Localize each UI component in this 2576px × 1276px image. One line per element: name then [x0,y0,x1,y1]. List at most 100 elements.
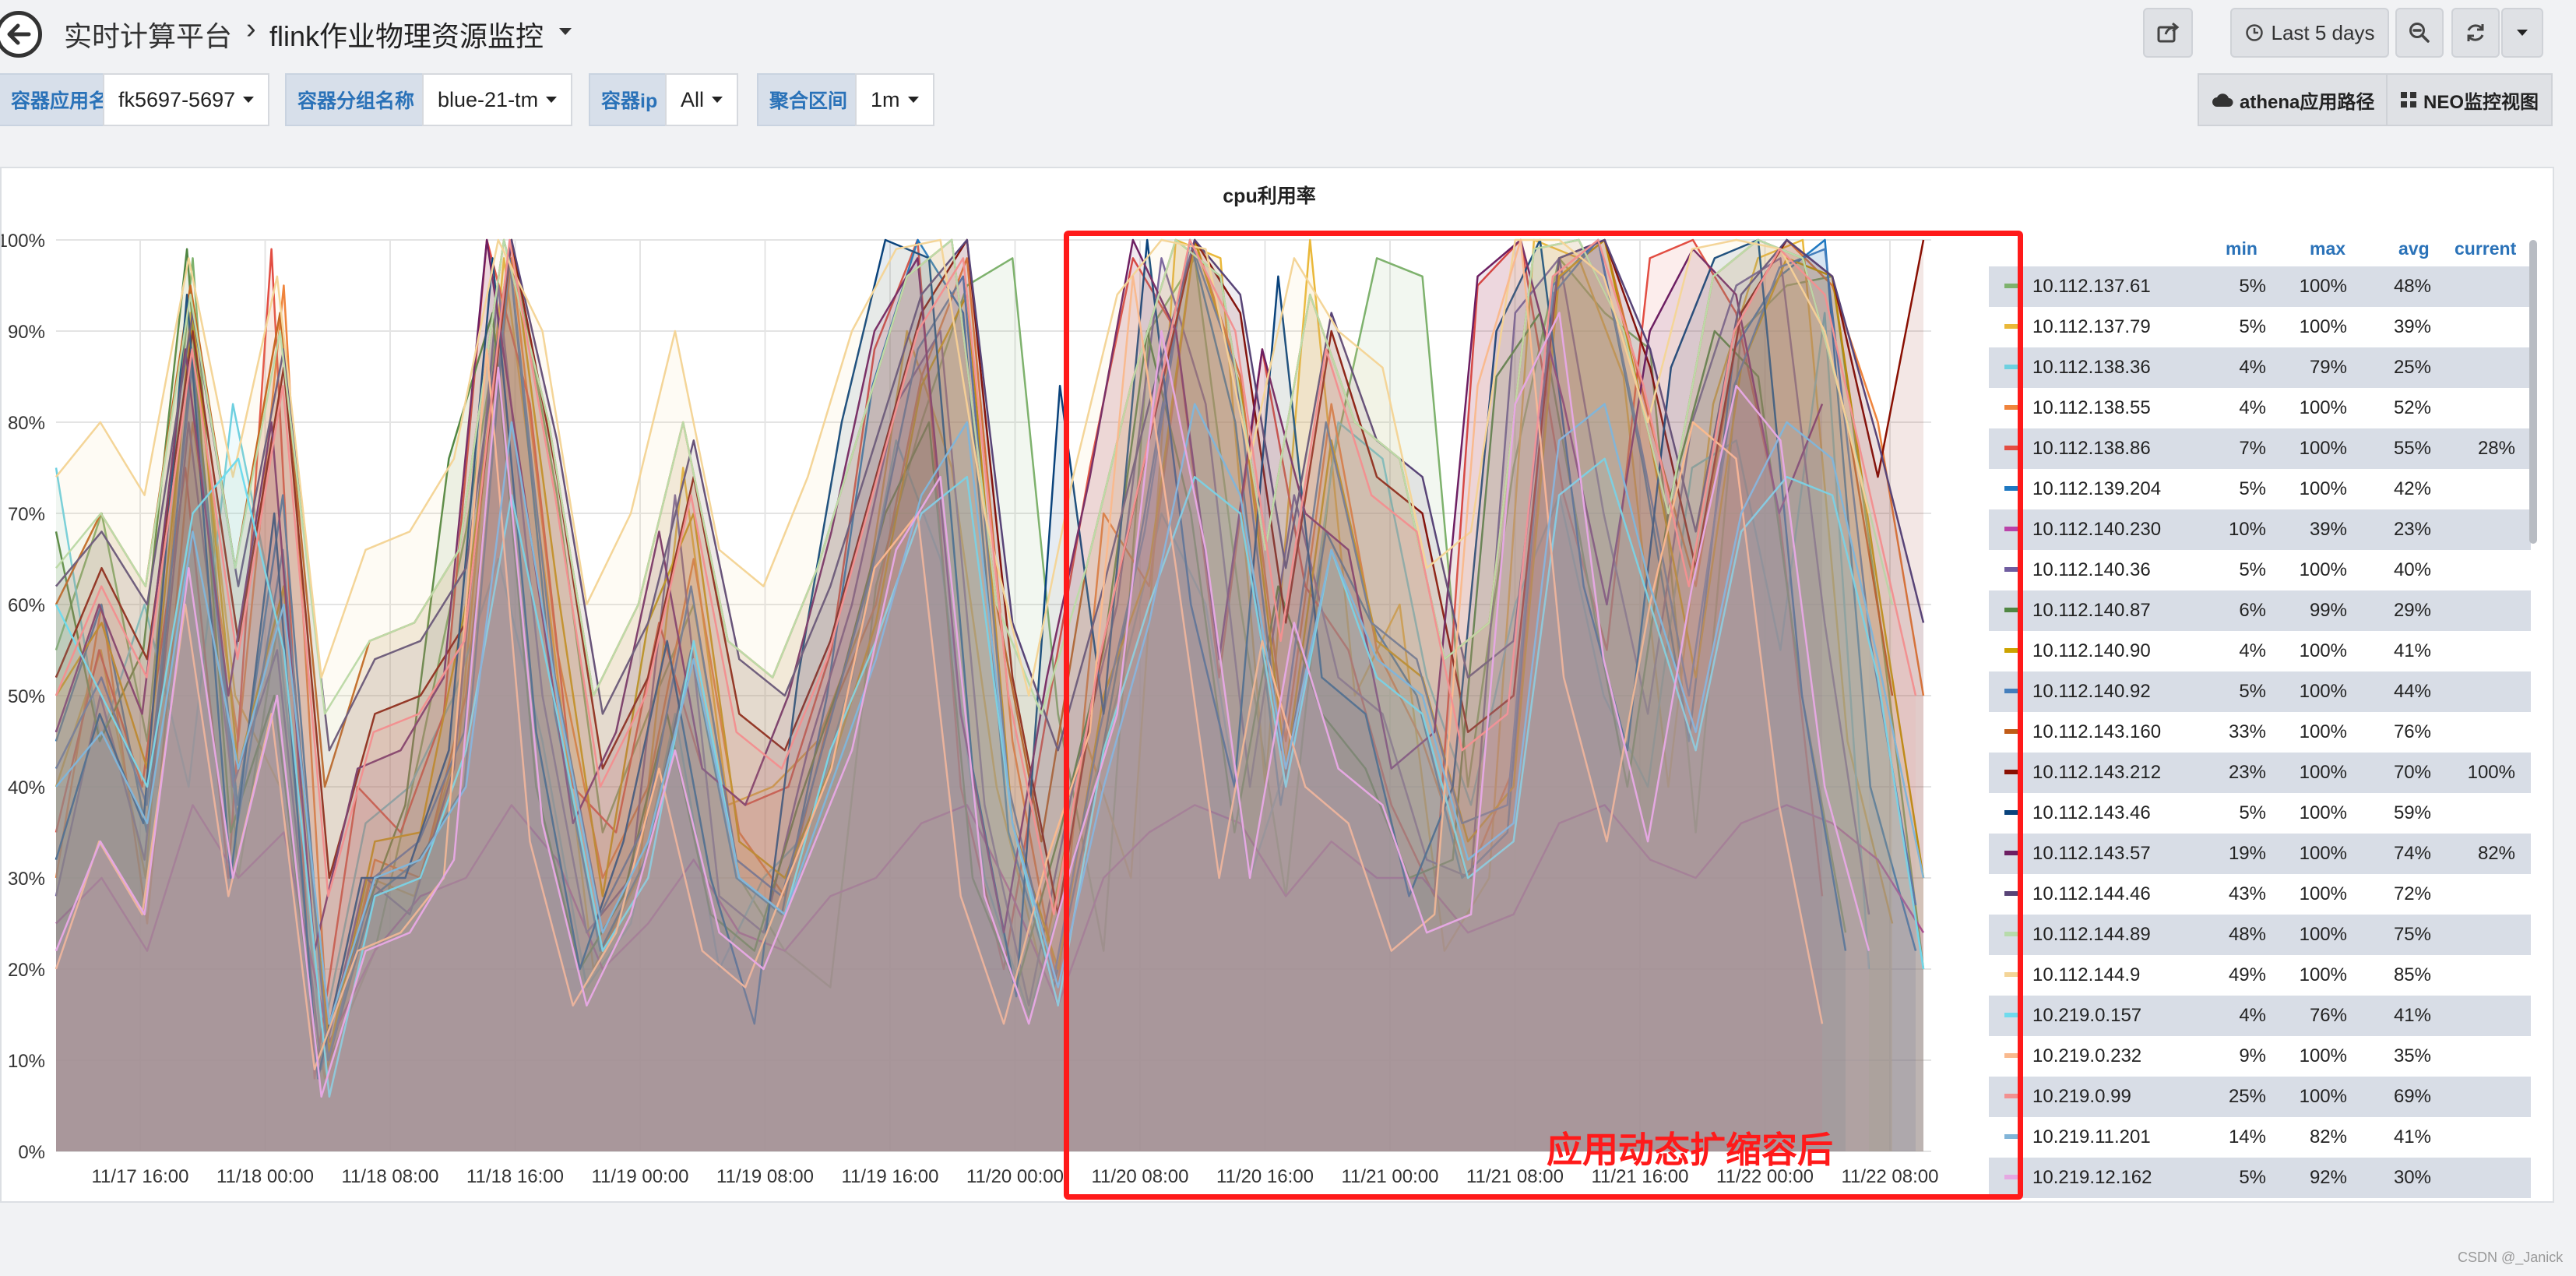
legend-avg-value: 41% [2393,1005,2431,1026]
dashboard-title[interactable]: flink作业物理资源监控 [269,14,544,55]
variable-select-group[interactable]: blue-21-tm [422,73,573,126]
legend-min-value: 49% [2228,964,2266,985]
chevron-down-icon [546,97,558,103]
legend-avg-value: 69% [2393,1086,2431,1107]
y-tick-label: 40% [8,777,45,798]
legend-item[interactable]: 10.219.0.232 9% 100% 35% [1989,1036,2531,1077]
chevron-down-icon [243,97,255,103]
variable-select-ip[interactable]: All [665,73,739,126]
legend-item[interactable]: 10.112.140.87 6% 99% 29% [1989,590,2531,631]
legend-max-value: 100% [2299,883,2347,904]
legend-avg-value: 35% [2393,1045,2431,1066]
legend-item[interactable]: 10.112.138.36 4% 79% 25% [1989,347,2531,388]
legend-item[interactable]: 10.112.144.9 49% 100% 85% [1989,955,2531,996]
x-tick-label: 11/18 08:00 [341,1166,438,1187]
annotation-label: 应用动态扩缩容后 [1547,1130,1833,1170]
legend-item[interactable]: 10.219.0.157 4% 76% 41% [1989,996,2531,1036]
legend-max-value: 76% [2309,1005,2347,1026]
legend-avg-value: 40% [2393,559,2431,580]
legend-item[interactable]: 10.112.140.230 10% 39% 23% [1989,509,2531,550]
legend-item[interactable]: 10.112.140.92 5% 100% 44% [1989,671,2531,712]
y-tick-label: 70% [8,504,45,525]
legend-series-name[interactable]: 10.112.143.46 [2032,802,2151,824]
legend-item[interactable]: 10.112.143.57 19% 100% 74% 82% [1989,834,2531,874]
legend-series-name[interactable]: 10.112.143.212 [2032,762,2161,784]
time-range-label: Last 5 days [2271,20,2375,44]
legend-series-name[interactable]: 10.112.137.79 [2032,316,2151,338]
legend-series-name[interactable]: 10.112.138.36 [2032,357,2151,379]
legend-min-value: 5% [2239,478,2266,499]
legend-col-current[interactable]: current [2455,238,2516,259]
dashboard-picker-caret-icon[interactable] [559,28,572,35]
legend-series-name[interactable]: 10.112.144.46 [2032,883,2151,905]
legend-min-value: 10% [2228,519,2266,540]
legend-col-avg[interactable]: avg [2398,238,2430,259]
legend-item[interactable]: 10.219.0.99 25% 100% 69% [1989,1077,2531,1117]
back-button[interactable] [0,11,42,58]
legend-current-value: 100% [2467,762,2515,783]
legend-item[interactable]: 10.219.11.201 14% 82% 41% [1989,1117,2531,1158]
legend-item[interactable]: 10.112.140.90 4% 100% 41% [1989,631,2531,671]
legend-series-name[interactable]: 10.219.11.201 [2032,1126,2151,1148]
neo-link-button[interactable]: NEO监控视图 [2386,73,2553,126]
legend-item[interactable]: 10.112.143.160 33% 100% 76% [1989,712,2531,753]
refresh-interval-dropdown[interactable] [2501,8,2543,58]
legend-series-name[interactable]: 10.219.0.99 [2032,1086,2131,1108]
time-range-picker[interactable]: Last 5 days [2230,8,2389,58]
legend-item[interactable]: 10.112.138.86 7% 100% 55% 28% [1989,428,2531,469]
legend-series-name[interactable]: 10.112.140.230 [2032,519,2161,541]
legend-series-name[interactable]: 10.112.140.90 [2032,640,2151,662]
legend-series-name[interactable]: 10.112.140.92 [2032,681,2151,703]
legend-avg-value: 29% [2393,600,2431,621]
athena-link-button[interactable]: athena应用路径 [2198,73,2389,126]
legend-item[interactable]: 10.112.138.55 4% 100% 52% [1989,388,2531,428]
y-tick-label: 100% [2,231,45,252]
legend-max-value: 99% [2309,600,2347,621]
legend-item[interactable]: 10.112.140.36 5% 100% 40% [1989,550,2531,590]
top-navbar: 实时计算平台 › flink作业物理资源监控 Last 5 days [0,0,2576,65]
legend-series-name[interactable]: 10.219.0.157 [2032,1005,2141,1027]
zoom-out-icon [2409,23,2430,43]
breadcrumb-root[interactable]: 实时计算平台 [64,14,232,55]
legend-item[interactable]: 10.112.144.89 48% 100% 75% [1989,915,2531,955]
legend-series-name[interactable]: 10.112.140.36 [2032,559,2151,581]
legend-item[interactable]: 10.112.144.46 43% 100% 72% [1989,874,2531,915]
legend-header: min max avg current [1989,238,2528,263]
legend-min-value: 43% [2228,883,2266,904]
legend-item[interactable]: 10.112.137.79 5% 100% 39% [1989,307,2531,347]
legend-scrollbar[interactable] [2529,240,2537,544]
neo-link-label: NEO监控视图 [2423,91,2539,113]
legend-min-value: 14% [2228,1126,2266,1147]
legend-series-name[interactable]: 10.112.143.57 [2032,843,2151,865]
legend-max-value: 92% [2309,1167,2347,1188]
legend-col-max[interactable]: max [2310,238,2345,259]
legend-series-name[interactable]: 10.112.137.61 [2032,276,2151,298]
y-tick-label: 0% [18,1142,45,1163]
x-tick-label: 11/18 00:00 [216,1166,314,1187]
share-dashboard-button[interactable] [2143,8,2193,58]
zoom-out-button[interactable] [2395,8,2444,58]
legend-item[interactable]: 10.112.137.61 5% 100% 48% [1989,266,2531,307]
legend-col-min[interactable]: min [2226,238,2258,259]
legend-series-name[interactable]: 10.219.0.232 [2032,1045,2141,1067]
legend-item[interactable]: 10.112.143.212 23% 100% 70% 100% [1989,753,2531,793]
legend-series-name[interactable]: 10.112.139.204 [2032,478,2161,500]
chevron-down-icon [2517,30,2528,36]
legend-series-name[interactable]: 10.112.143.160 [2032,721,2161,743]
legend-series-name[interactable]: 10.112.138.86 [2032,438,2151,460]
refresh-button[interactable] [2451,8,2500,58]
legend-series-name[interactable]: 10.112.144.89 [2032,924,2151,946]
legend-item[interactable]: 10.112.143.46 5% 100% 59% [1989,793,2531,834]
legend-item[interactable]: 10.219.12.162 5% 92% 30% [1989,1158,2531,1198]
legend-item[interactable]: 10.112.139.204 5% 100% 42% [1989,469,2531,509]
legend-series-name[interactable]: 10.112.140.87 [2032,600,2151,622]
legend-max-value: 79% [2309,357,2347,378]
variable-label-group: 容器分组名称 [285,73,428,126]
legend-series-name[interactable]: 10.112.138.55 [2032,397,2151,419]
annotation-highlight-box [1064,231,2023,1200]
variable-select-app[interactable]: fk5697-5697 [103,73,270,126]
y-tick-label: 90% [8,322,45,343]
variable-select-interval[interactable]: 1m [855,73,934,126]
legend-series-name[interactable]: 10.219.12.162 [2032,1167,2152,1189]
legend-series-name[interactable]: 10.112.144.9 [2032,964,2140,986]
